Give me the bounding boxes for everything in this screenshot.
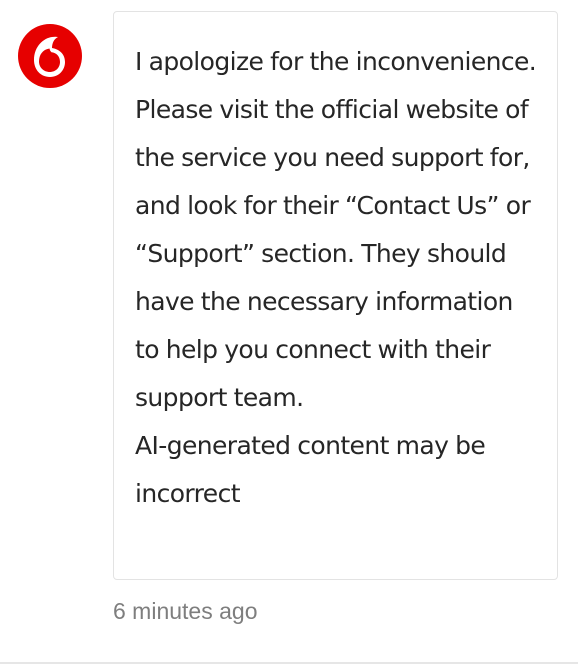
chat-message-bubble: I apologize for the inconvenience. Pleas… xyxy=(113,11,558,580)
message-timestamp: 6 minutes ago xyxy=(113,598,258,624)
message-body: I apologize for the inconvenience. Pleas… xyxy=(135,47,537,412)
ai-disclaimer: AI-generated content may be incorrect xyxy=(135,431,486,508)
vodafone-logo-icon xyxy=(18,24,82,88)
